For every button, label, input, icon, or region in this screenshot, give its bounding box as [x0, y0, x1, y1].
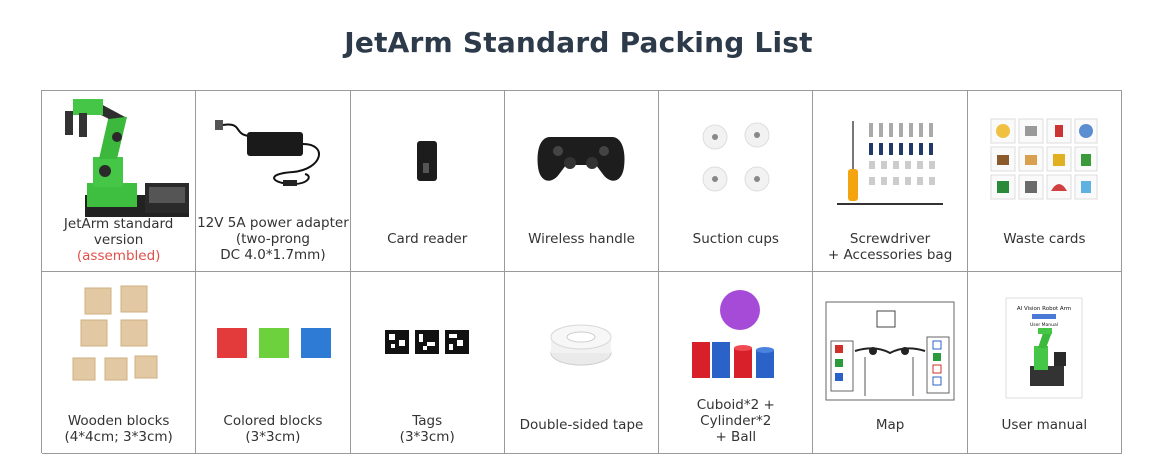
item-label: Tags [412, 413, 443, 429]
item-waste-cards: Waste cards [967, 91, 1122, 272]
colored-blocks-icon [216, 328, 331, 358]
power-adapter-icon [214, 120, 320, 186]
item-note: (assembled) [76, 248, 161, 264]
item-label: DC 4.0*1.7mm) [220, 247, 326, 263]
manual-title-text: AI Vision Robot Arm [1017, 306, 1071, 312]
item-label: + Ball [715, 429, 757, 445]
item-wooden-blocks: Wooden blocks (4*4cm; 3*3cm) [42, 272, 197, 454]
item-power-adapter: 12V 5A power adapter (two-prong DC 4.0*1… [196, 91, 351, 272]
item-label: (3*3cm) [399, 429, 455, 445]
robot-arm-icon [64, 99, 189, 217]
item-screwdriver: Screwdriver + Accessories bag [813, 91, 968, 272]
item-label: 12V 5A power adapter [197, 215, 349, 231]
item-cuboid-cylinder-ball: Cuboid*2 + Cylinder*2 + Ball [659, 272, 814, 454]
item-map: Map [813, 272, 968, 454]
tape-icon [550, 324, 612, 366]
cuboid-cylinder-ball-icon [691, 290, 774, 378]
item-label: Colored blocks [223, 413, 323, 429]
item-label: (two-prong [235, 231, 311, 247]
item-label: (4*4cm; 3*3cm) [64, 429, 173, 445]
tags-icon [385, 330, 470, 354]
map-icon [825, 301, 955, 401]
item-suction-cups: Suction cups [659, 91, 814, 272]
item-jetarm: JetArm standard version (assembled) [42, 91, 197, 272]
item-label: Map [875, 417, 905, 433]
item-label: Screwdriver [849, 231, 931, 247]
manual-subtitle-text: User Manual [1030, 322, 1058, 328]
item-label: Wooden blocks [67, 413, 170, 429]
item-label: Suction cups [692, 231, 779, 247]
item-label: (3*3cm) [245, 429, 301, 445]
item-label: User manual [1001, 417, 1088, 433]
item-user-manual: AI Vision Robot Arm User Manual User man… [967, 272, 1122, 454]
item-label: Card reader [387, 231, 468, 247]
card-reader-icon [417, 141, 438, 181]
item-label: JetArm standard version [63, 216, 174, 248]
item-label: + Accessories bag [827, 247, 953, 263]
screwdriver-icon [837, 121, 944, 205]
user-manual-icon: AI Vision Robot Arm User Manual [1005, 297, 1083, 399]
page-title: JetArm Standard Packing List [344, 26, 813, 59]
waste-cards-icon [990, 118, 1098, 200]
item-tape: Double-sided tape [504, 272, 660, 454]
gamepad-icon [537, 137, 625, 181]
item-label: Waste cards [1003, 231, 1086, 247]
item-tags: Tags (3*3cm) [350, 272, 505, 454]
item-card-reader: Card reader [350, 91, 505, 272]
wooden-blocks-icon [72, 285, 158, 381]
item-colored-blocks: Colored blocks (3*3cm) [196, 272, 351, 454]
item-label: Wireless handle [528, 231, 635, 247]
suction-cup-icon [702, 122, 770, 192]
item-label: Double-sided tape [519, 417, 644, 433]
item-wireless-handle: Wireless handle [504, 91, 660, 272]
item-label: Cuboid*2 + Cylinder*2 [696, 397, 775, 429]
packing-list-grid: JetArm standard version (assembled) 12V … [41, 90, 1122, 454]
